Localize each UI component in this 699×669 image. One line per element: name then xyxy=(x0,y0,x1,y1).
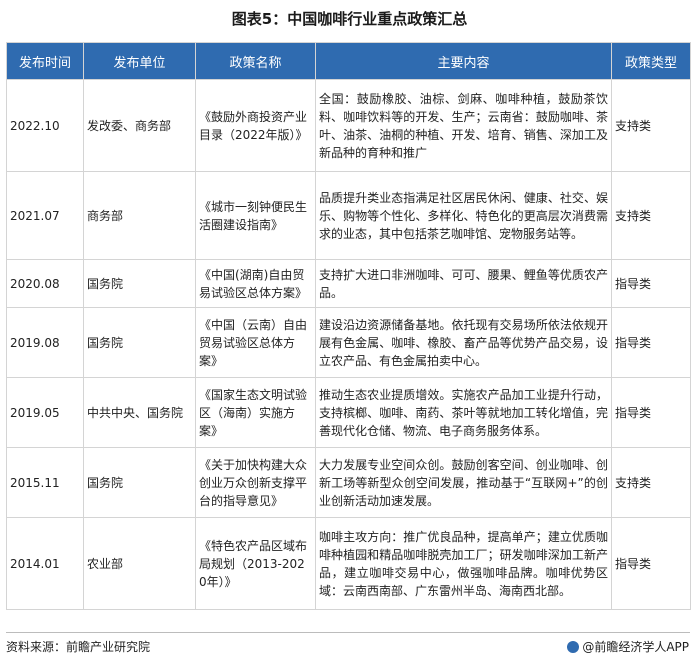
brand-credit: @前瞻经济学人APP xyxy=(567,638,689,656)
cell-unit: 国务院 xyxy=(83,259,196,308)
cell-unit: 中共中央、国务院 xyxy=(83,377,196,448)
cell-unit: 国务院 xyxy=(83,307,196,378)
cell-date: 2022.10 xyxy=(6,79,84,172)
cell-content: 全国：鼓励橡胶、油棕、剑麻、咖啡种植，鼓励茶饮料、咖啡饮料等的开发、生产；云南省… xyxy=(315,79,612,172)
cell-type: 指导类 xyxy=(611,307,691,378)
cell-content: 支持扩大进口非洲咖啡、可可、腰果、鲤鱼等优质农产品。 xyxy=(315,259,612,308)
header-type: 政策类型 xyxy=(611,42,691,80)
brand-text: @前瞻经济学人APP xyxy=(582,640,689,654)
cell-type: 指导类 xyxy=(611,517,691,610)
table-row: 2019.05 中共中央、国务院 《国家生态文明试验区（海南）实施方案》 推动生… xyxy=(6,377,691,448)
cell-policy-name: 《国家生态文明试验区（海南）实施方案》 xyxy=(195,377,316,448)
header-date: 发布时间 xyxy=(6,42,84,80)
cell-date: 2019.08 xyxy=(6,307,84,378)
cell-type: 指导类 xyxy=(611,259,691,308)
cell-policy-name: 《城市一刻钟便民生活圈建设指南》 xyxy=(195,171,316,260)
header-name: 政策名称 xyxy=(195,42,316,80)
brand-logo-icon xyxy=(567,641,580,653)
cell-policy-name: 《关于加快构建大众创业万众创新支撑平台的指导意见》 xyxy=(195,447,316,518)
table-row: 2014.01 农业部 《特色农产品区域布局规划（2013-2020年）》 咖啡… xyxy=(6,517,691,610)
cell-content: 建设沿边资源储备基地。依托现有交易场所依法依规开展有色金属、咖啡、橡胶、畜产品等… xyxy=(315,307,612,378)
cell-date: 2019.05 xyxy=(6,377,84,448)
table-row: 2021.07 商务部 《城市一刻钟便民生活圈建设指南》 品质提升类业态指满足社… xyxy=(6,171,691,260)
table-row: 2019.08 国务院 《中国（云南）自由贸易试验区总体方案》 建设沿边资源储备… xyxy=(6,307,691,378)
cell-type: 支持类 xyxy=(611,447,691,518)
table-header-row: 发布时间 发布单位 政策名称 主要内容 政策类型 xyxy=(6,42,691,80)
cell-content: 推动生态农业提质增效。实施农产品加工业提升行动，支持槟榔、咖啡、南药、茶叶等就地… xyxy=(315,377,612,448)
cell-type: 指导类 xyxy=(611,377,691,448)
cell-policy-name: 《中国（云南）自由贸易试验区总体方案》 xyxy=(195,307,316,378)
cell-unit: 商务部 xyxy=(83,171,196,260)
cell-content: 品质提升类业态指满足社区居民休闲、健康、社交、娱乐、购物等个性化、多样化、特色化… xyxy=(315,171,612,260)
header-unit: 发布单位 xyxy=(83,42,196,80)
cell-content: 咖啡主攻方向：推广优良品种，提高单产；建立优质咖啡种植园和精品咖啡脱壳加工厂；研… xyxy=(315,517,612,610)
cell-policy-name: 《中国(湖南)自由贸易试验区总体方案》 xyxy=(195,259,316,308)
cell-policy-name: 《特色农产品区域布局规划（2013-2020年）》 xyxy=(195,517,316,610)
policy-table: 发布时间 发布单位 政策名称 主要内容 政策类型 2022.10 发改委、商务部… xyxy=(6,42,691,610)
cell-unit: 农业部 xyxy=(83,517,196,610)
table-row: 2022.10 发改委、商务部 《鼓励外商投资产业目录（2022年版）》 全国：… xyxy=(6,79,691,172)
cell-type: 支持类 xyxy=(611,171,691,260)
table-row: 2015.11 国务院 《关于加快构建大众创业万众创新支撑平台的指导意见》 大力… xyxy=(6,447,691,518)
cell-content: 大力发展专业空间众创。鼓励创客空间、创业咖啡、创新工场等新型众创空间发展，推动基… xyxy=(315,447,612,518)
header-content: 主要内容 xyxy=(315,42,612,80)
cell-date: 2020.08 xyxy=(6,259,84,308)
cell-policy-name: 《鼓励外商投资产业目录（2022年版）》 xyxy=(195,79,316,172)
cell-unit: 发改委、商务部 xyxy=(83,79,196,172)
figure-title: 图表5：中国咖啡行业重点政策汇总 xyxy=(231,10,468,28)
source-note: 资料来源：前瞻产业研究院 xyxy=(6,640,151,654)
cell-unit: 国务院 xyxy=(83,447,196,518)
cell-date: 2015.11 xyxy=(6,447,84,518)
cell-type: 支持类 xyxy=(611,79,691,172)
table-row: 2020.08 国务院 《中国(湖南)自由贸易试验区总体方案》 支持扩大进口非洲… xyxy=(6,259,691,308)
cell-date: 2014.01 xyxy=(6,517,84,610)
footer-divider xyxy=(6,632,690,633)
cell-date: 2021.07 xyxy=(6,171,84,260)
